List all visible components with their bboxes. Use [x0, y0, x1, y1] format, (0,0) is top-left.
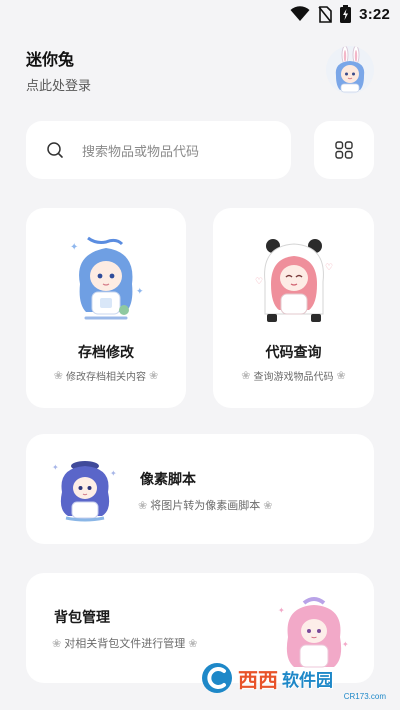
app-name: 迷你兔 [26, 50, 75, 69]
svg-text:✦: ✦ [70, 242, 78, 253]
code-lookup-subtitle: ❀ 查询游戏物品代码 ❀ [213, 368, 374, 383]
flower-icon: ❀ [336, 369, 346, 382]
flower-icon: ❀ [52, 636, 62, 650]
pixel-script-title: 像素脚本 [140, 472, 196, 488]
code-lookup-card[interactable]: ♡ ♡ 代码查询 ❀ 查询游戏物品代码 ❀ [213, 208, 374, 408]
grid-icon [335, 141, 353, 159]
save-edit-subtitle: ❀ 修改存档相关内容 ❀ [26, 368, 186, 383]
svg-text:♡: ♡ [325, 263, 333, 273]
flower-icon: ❀ [138, 498, 148, 512]
bunny-girl-avatar-icon [335, 46, 365, 93]
flower-icon: ❀ [188, 636, 198, 650]
pixel-script-card[interactable]: ✦ ✦ 像素脚本 ❀ 将图片转为像素画脚本 ❀ [26, 434, 374, 544]
flower-icon: ❀ [149, 369, 159, 382]
flower-icon: ❀ [53, 369, 63, 382]
svg-text:✦: ✦ [278, 606, 285, 615]
watermark-url: CR173.com [343, 692, 386, 701]
watermark-brand-b: 软件园 [282, 670, 333, 691]
bag-manage-subtitle-text: 对相关背包文件进行管理 [64, 637, 186, 650]
watermark-brand-a: 西西 [238, 669, 278, 692]
bag-manage-title: 背包管理 [54, 610, 110, 626]
save-edit-title: 存档修改 [78, 345, 134, 361]
grid-menu-button[interactable] [314, 121, 374, 179]
svg-text:✦: ✦ [52, 463, 59, 472]
no-sim-icon [318, 5, 332, 23]
wifi-icon [290, 6, 310, 21]
save-edit-card[interactable]: ✦ ✦ 存档修改 ❀ 修改存档相关内容 ❀ [26, 208, 186, 408]
code-lookup-subtitle-text: 查询游戏物品代码 [253, 372, 334, 383]
battery-charging-icon [340, 5, 352, 23]
search-placeholder: 搜索物品或物品代码 [82, 144, 200, 160]
panda-hood-chibi-icon: ♡ ♡ [255, 239, 333, 322]
login-link[interactable]: 点此处登录 [26, 75, 91, 94]
avatar[interactable] [326, 46, 374, 94]
pixel-script-subtitle: ❀ 将图片转为像素画脚本 ❀ [138, 497, 272, 513]
svg-text:♡: ♡ [255, 277, 263, 287]
blue-hair-chibi-icon: ✦ ✦ [70, 236, 144, 320]
flower-icon: ❀ [241, 369, 251, 382]
svg-text:✦: ✦ [136, 287, 144, 297]
status-clock: 3:22 [359, 5, 390, 23]
site-logo-icon [202, 663, 232, 693]
search-input[interactable]: 搜索物品或物品代码 [26, 121, 291, 179]
bag-manage-subtitle: ❀ 对相关背包文件进行管理 ❀ [52, 635, 197, 651]
navy-hair-chibi-icon: ✦ ✦ [52, 461, 117, 522]
watermark-logo: 西西 软件园 CR173.com [200, 655, 390, 701]
svg-text:✦: ✦ [110, 469, 117, 478]
flower-icon: ❀ [263, 498, 273, 512]
svg-text:✦: ✦ [342, 640, 349, 649]
pixel-script-subtitle-text: 将图片转为像素画脚本 [150, 499, 261, 512]
code-lookup-title: 代码查询 [265, 345, 322, 361]
save-edit-subtitle-text: 修改存档相关内容 [66, 372, 146, 383]
search-icon [47, 142, 63, 158]
status-bar: 3:22 [0, 0, 400, 28]
